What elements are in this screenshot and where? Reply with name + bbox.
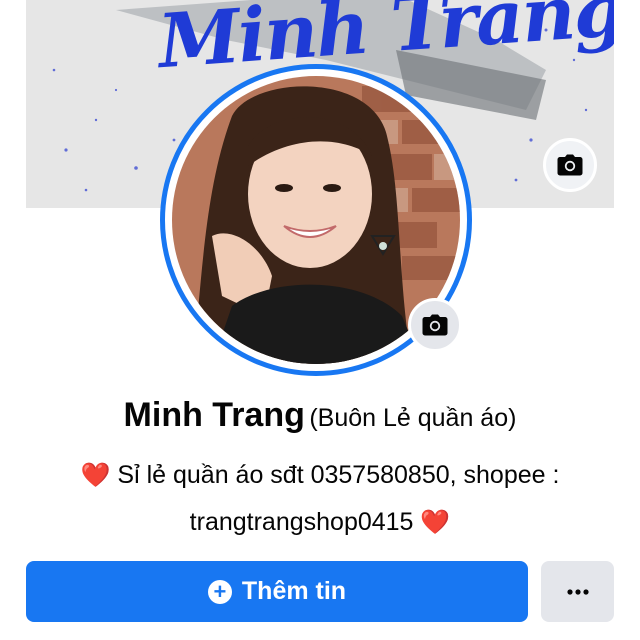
profile-name-line: Minh Trang (Buôn Lẻ quần áo)	[0, 396, 640, 435]
add-story-label: Thêm tin	[241, 577, 347, 605]
bio-text-1: Sỉ lẻ quần áo sđt 0357580850, shopee :	[117, 461, 560, 489]
edit-profile-picture-button[interactable]	[408, 298, 462, 352]
profile-bio[interactable]: ❤️ Sỉ lẻ quần áo sđt 0357580850, shopee …	[40, 452, 600, 546]
camera-icon	[422, 314, 448, 336]
profile-name: Minh Trang	[123, 396, 305, 434]
more-options-button[interactable]	[541, 561, 614, 622]
camera-icon	[557, 154, 583, 176]
heart-emoji-icon: ❤️	[420, 509, 451, 536]
bio-line-2: trangtrangshop0415 ❤️	[40, 499, 600, 546]
bio-text-2: trangtrangshop0415	[189, 508, 414, 536]
add-story-button[interactable]: + Thêm tin	[26, 561, 528, 622]
bio-line-1: ❤️ Sỉ lẻ quần áo sđt 0357580850, shopee …	[40, 452, 600, 499]
heart-emoji-icon: ❤️	[80, 462, 111, 489]
profile-alternate-name: (Buôn Lẻ quần áo)	[309, 404, 517, 432]
edit-cover-photo-button[interactable]	[543, 138, 597, 192]
more-horizontal-icon	[566, 588, 589, 595]
plus-circle-icon: +	[207, 579, 232, 604]
